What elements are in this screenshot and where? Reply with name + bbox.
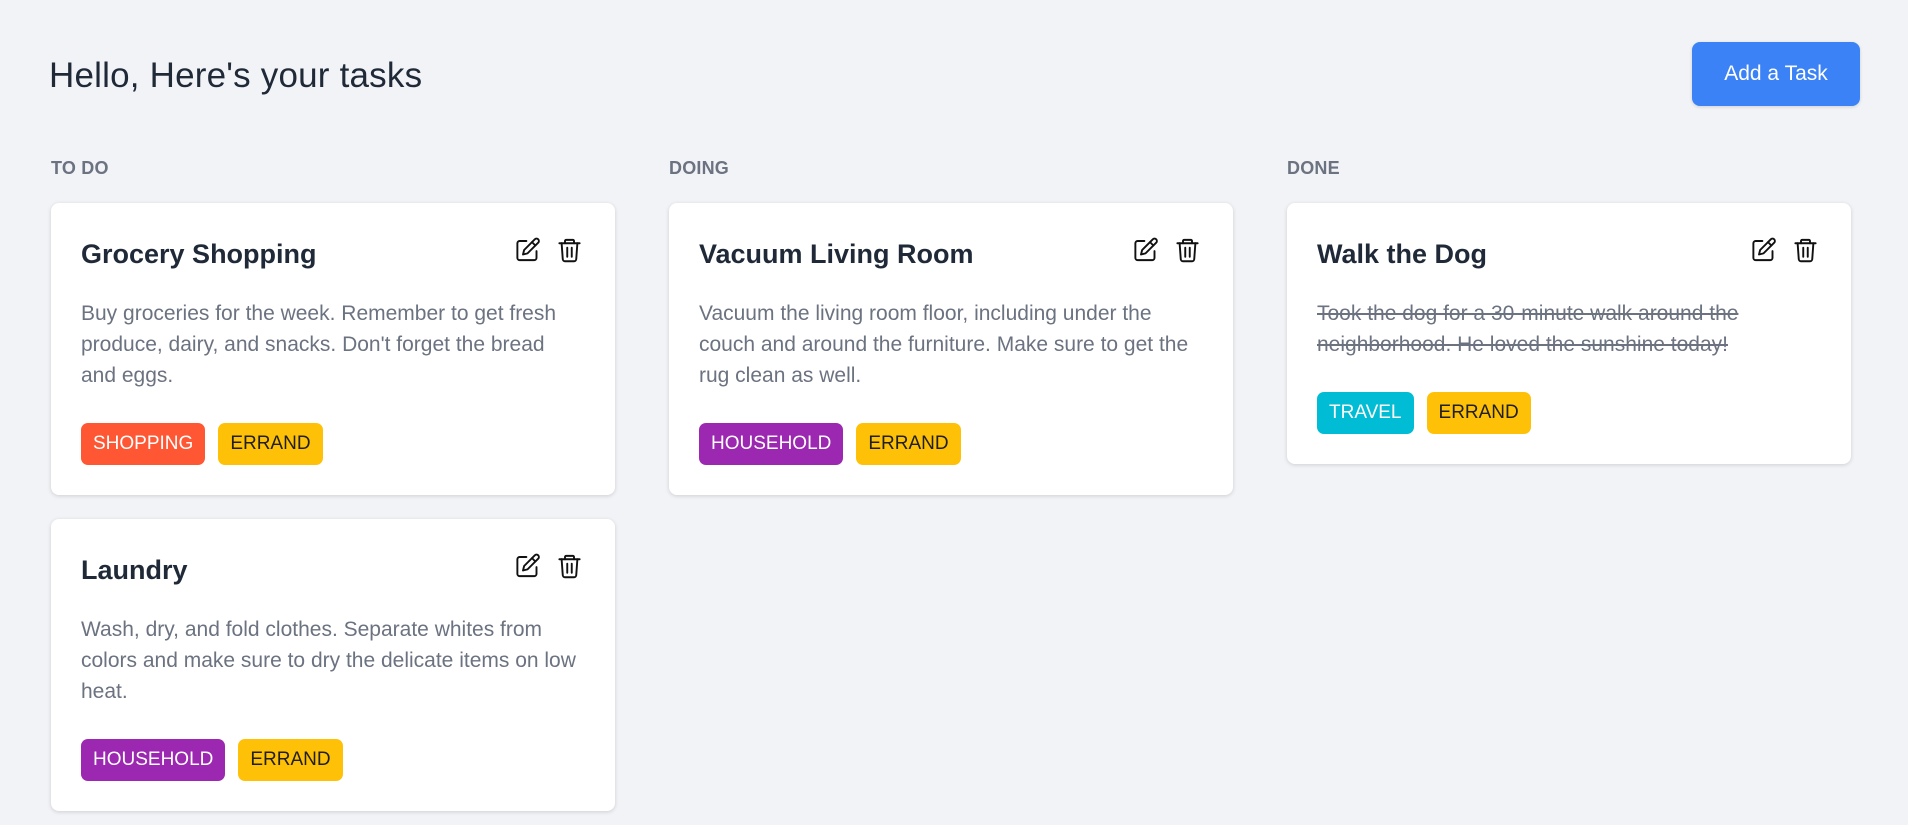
column-title: TO DO: [51, 158, 109, 178]
trash-icon[interactable]: [555, 551, 583, 581]
tag-badge: ERRAND: [1426, 392, 1531, 434]
column-doing: DOING Vacuum Living Room Vacuum the livi…: [669, 155, 1233, 495]
tag-list: HOUSEHOLD ERRAND: [699, 423, 1203, 465]
edit-icon[interactable]: [1749, 235, 1777, 265]
task-title: Laundry: [81, 555, 188, 585]
tag-list: SHOPPING ERRAND: [81, 423, 585, 465]
tag-list: HOUSEHOLD ERRAND: [81, 739, 585, 781]
tag-badge: ERRAND: [218, 423, 323, 465]
tag-badge: SHOPPING: [81, 423, 206, 465]
column-done: DONE Walk the Dog Took the dog for a 30-…: [1287, 155, 1851, 464]
edit-icon[interactable]: [513, 551, 541, 581]
tag-list: TRAVEL ERRAND: [1317, 392, 1821, 434]
trash-icon[interactable]: [555, 235, 583, 265]
task-title: Vacuum Living Room: [699, 239, 974, 269]
column-title: DOING: [669, 158, 730, 178]
column-todo: TO DO Grocery Shopping Buy groceries for…: [51, 155, 615, 811]
task-title: Walk the Dog: [1317, 239, 1488, 269]
task-title: Grocery Shopping: [81, 239, 317, 269]
task-description: Vacuum the living room floor, including …: [699, 302, 1189, 387]
task-description: Buy groceries for the week. Remember to …: [81, 302, 557, 387]
card-actions: [513, 551, 583, 581]
task-card[interactable]: Walk the Dog Took the dog for a 30-minut…: [1287, 203, 1851, 464]
card-actions: [1131, 235, 1201, 265]
card-list: Grocery Shopping Buy groceries for the w…: [51, 203, 615, 811]
task-description: Took the dog for a 30-minute walk around…: [1317, 302, 1739, 356]
trash-icon[interactable]: [1173, 235, 1201, 265]
edit-icon[interactable]: [513, 235, 541, 265]
card-actions: [1749, 235, 1819, 265]
tag-badge: ERRAND: [856, 423, 961, 465]
add-task-button[interactable]: Add a Task: [1692, 42, 1860, 106]
task-card[interactable]: Vacuum Living Room Vacuum the living roo…: [669, 203, 1233, 495]
card-list: Walk the Dog Took the dog for a 30-minut…: [1287, 203, 1851, 464]
task-description: Wash, dry, and fold clothes. Separate wh…: [81, 618, 576, 703]
edit-icon[interactable]: [1131, 235, 1159, 265]
task-card[interactable]: Grocery Shopping Buy groceries for the w…: [51, 203, 615, 495]
tag-badge: HOUSEHOLD: [81, 739, 226, 781]
card-actions: [513, 235, 583, 265]
trash-icon[interactable]: [1791, 235, 1819, 265]
page-title: Hello, Here's your tasks: [49, 56, 423, 95]
task-card[interactable]: Laundry Wash, dry, and fold clothes. Sep…: [51, 519, 615, 811]
card-list: Vacuum Living Room Vacuum the living roo…: [669, 203, 1233, 495]
tag-badge: HOUSEHOLD: [699, 423, 844, 465]
column-title: DONE: [1287, 158, 1340, 178]
page-header: Hello, Here's your tasks Add a Task: [49, 42, 1860, 106]
tag-badge: ERRAND: [238, 739, 343, 781]
tag-badge: TRAVEL: [1317, 392, 1414, 434]
